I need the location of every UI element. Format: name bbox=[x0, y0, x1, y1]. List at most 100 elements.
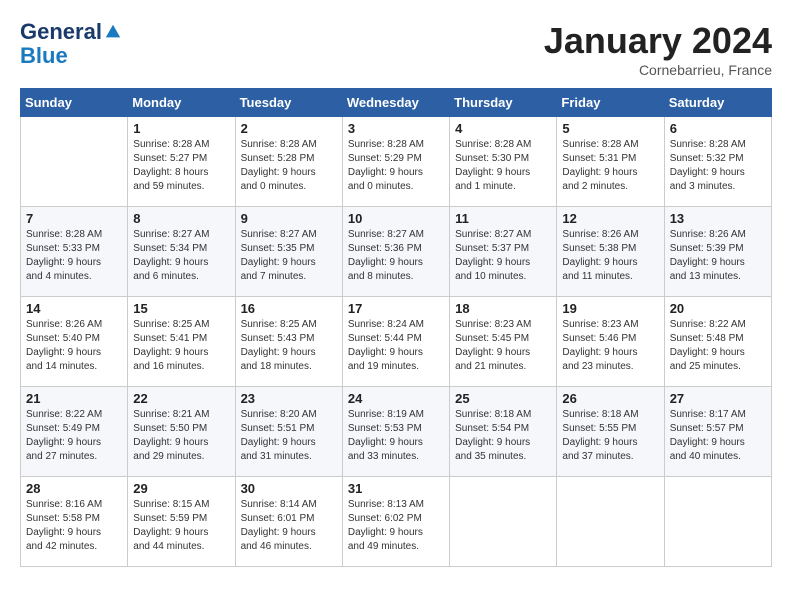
weekday-header-thursday: Thursday bbox=[450, 89, 557, 117]
day-info: Sunrise: 8:28 AMSunset: 5:28 PMDaylight:… bbox=[241, 138, 337, 194]
calendar-cell: 4Sunrise: 8:28 AMSunset: 5:30 PMDaylight… bbox=[450, 117, 557, 207]
day-info: Sunrise: 8:24 AMSunset: 5:44 PMDaylight:… bbox=[348, 318, 444, 374]
day-number: 20 bbox=[670, 301, 766, 316]
day-number: 3 bbox=[348, 121, 444, 136]
day-info: Sunrise: 8:28 AMSunset: 5:29 PMDaylight:… bbox=[348, 138, 444, 194]
calendar-cell: 6 Sunrise: 8:28 AMSunset: 5:32 PMDaylight… bbox=[664, 117, 771, 207]
day-number: 23 bbox=[241, 391, 337, 406]
day-number: 27 bbox=[670, 391, 766, 406]
day-number: 24 bbox=[348, 391, 444, 406]
calendar-week-row: 1Sunrise: 8:28 AMSunset: 5:27 PMDaylight… bbox=[21, 117, 772, 207]
calendar-cell: 25 Sunrise: 8:18 AMSunset: 5:54 PMDayligh… bbox=[450, 387, 557, 477]
calendar-cell: 11 Sunrise: 8:27 AMSunset: 5:37 PMDayligh… bbox=[450, 207, 557, 297]
weekday-header-sunday: Sunday bbox=[21, 89, 128, 117]
calendar-cell bbox=[557, 477, 664, 567]
day-number: 5 bbox=[562, 121, 658, 136]
day-info: Sunrise: 8:26 AMSunset: 5:40 PMDaylight:… bbox=[26, 318, 122, 374]
day-number: 28 bbox=[26, 481, 122, 496]
day-number: 13 bbox=[670, 211, 766, 226]
weekday-header-friday: Friday bbox=[557, 89, 664, 117]
day-info: Sunrise: 8:15 AMSunset: 5:59 PMDaylight:… bbox=[133, 498, 229, 554]
logo-text-general: General bbox=[20, 20, 102, 44]
calendar-week-row: 7 Sunrise: 8:28 AMSunset: 5:33 PMDaylight… bbox=[21, 207, 772, 297]
weekday-header-wednesday: Wednesday bbox=[342, 89, 449, 117]
day-number: 21 bbox=[26, 391, 122, 406]
calendar-cell: 26 Sunrise: 8:18 AMSunset: 5:55 PMDayligh… bbox=[557, 387, 664, 477]
day-info: Sunrise: 8:28 AMSunset: 5:27 PMDaylight:… bbox=[133, 138, 229, 194]
calendar-cell: 29 Sunrise: 8:15 AMSunset: 5:59 PMDayligh… bbox=[128, 477, 235, 567]
day-info: Sunrise: 8:25 AMSunset: 5:43 PMDaylight:… bbox=[241, 318, 337, 374]
calendar-cell: 15Sunrise: 8:25 AMSunset: 5:41 PMDayligh… bbox=[128, 297, 235, 387]
calendar-cell: 30Sunrise: 8:14 AMSunset: 6:01 PMDayligh… bbox=[235, 477, 342, 567]
calendar-cell: 27 Sunrise: 8:17 AMSunset: 5:57 PMDayligh… bbox=[664, 387, 771, 477]
location: Cornebarrieu, France bbox=[544, 62, 772, 78]
calendar-cell: 16Sunrise: 8:25 AMSunset: 5:43 PMDayligh… bbox=[235, 297, 342, 387]
day-info: Sunrise: 8:25 AMSunset: 5:41 PMDaylight:… bbox=[133, 318, 229, 374]
logo-text-blue: Blue bbox=[20, 44, 122, 68]
calendar-cell: 23 Sunrise: 8:20 AMSunset: 5:51 PMDayligh… bbox=[235, 387, 342, 477]
day-number: 29 bbox=[133, 481, 229, 496]
calendar-cell: 8 Sunrise: 8:27 AMSunset: 5:34 PMDaylight… bbox=[128, 207, 235, 297]
calendar-cell: 18 Sunrise: 8:23 AMSunset: 5:45 PMDayligh… bbox=[450, 297, 557, 387]
calendar-cell: 20 Sunrise: 8:22 AMSunset: 5:48 PMDayligh… bbox=[664, 297, 771, 387]
calendar-cell: 22 Sunrise: 8:21 AMSunset: 5:50 PMDayligh… bbox=[128, 387, 235, 477]
calendar-cell: 12Sunrise: 8:26 AMSunset: 5:38 PMDayligh… bbox=[557, 207, 664, 297]
day-number: 6 bbox=[670, 121, 766, 136]
calendar-cell: 10Sunrise: 8:27 AMSunset: 5:36 PMDayligh… bbox=[342, 207, 449, 297]
weekday-header-saturday: Saturday bbox=[664, 89, 771, 117]
day-info: Sunrise: 8:18 AMSunset: 5:54 PMDaylight:… bbox=[455, 408, 551, 464]
day-number: 10 bbox=[348, 211, 444, 226]
weekday-header-tuesday: Tuesday bbox=[235, 89, 342, 117]
calendar-week-row: 21 Sunrise: 8:22 AMSunset: 5:49 PMDayligh… bbox=[21, 387, 772, 477]
day-info: Sunrise: 8:28 AMSunset: 5:31 PMDaylight:… bbox=[562, 138, 658, 194]
day-info: Sunrise: 8:21 AMSunset: 5:50 PMDaylight:… bbox=[133, 408, 229, 464]
page-header: General Blue January 2024 Cornebarrieu, … bbox=[20, 20, 772, 78]
calendar-cell: 14 Sunrise: 8:26 AMSunset: 5:40 PMDayligh… bbox=[21, 297, 128, 387]
day-info: Sunrise: 8:19 AMSunset: 5:53 PMDaylight:… bbox=[348, 408, 444, 464]
day-info: Sunrise: 8:23 AMSunset: 5:45 PMDaylight:… bbox=[455, 318, 551, 374]
logo: General Blue bbox=[20, 20, 122, 68]
calendar-cell: 7 Sunrise: 8:28 AMSunset: 5:33 PMDaylight… bbox=[21, 207, 128, 297]
day-info: Sunrise: 8:28 AMSunset: 5:33 PMDaylight:… bbox=[26, 228, 122, 284]
calendar-cell: 24 Sunrise: 8:19 AMSunset: 5:53 PMDayligh… bbox=[342, 387, 449, 477]
calendar-cell: 2Sunrise: 8:28 AMSunset: 5:28 PMDaylight… bbox=[235, 117, 342, 207]
calendar-header: SundayMondayTuesdayWednesdayThursdayFrid… bbox=[21, 89, 772, 117]
day-number: 4 bbox=[455, 121, 551, 136]
calendar-cell: 21 Sunrise: 8:22 AMSunset: 5:49 PMDayligh… bbox=[21, 387, 128, 477]
day-info: Sunrise: 8:18 AMSunset: 5:55 PMDaylight:… bbox=[562, 408, 658, 464]
day-info: Sunrise: 8:28 AMSunset: 5:32 PMDaylight:… bbox=[670, 138, 766, 194]
calendar-table: SundayMondayTuesdayWednesdayThursdayFrid… bbox=[20, 88, 772, 567]
day-number: 14 bbox=[26, 301, 122, 316]
day-number: 7 bbox=[26, 211, 122, 226]
calendar-cell: 17 Sunrise: 8:24 AMSunset: 5:44 PMDayligh… bbox=[342, 297, 449, 387]
calendar-cell: 13 Sunrise: 8:26 AMSunset: 5:39 PMDayligh… bbox=[664, 207, 771, 297]
day-info: Sunrise: 8:16 AMSunset: 5:58 PMDaylight:… bbox=[26, 498, 122, 554]
day-number: 18 bbox=[455, 301, 551, 316]
day-info: Sunrise: 8:23 AMSunset: 5:46 PMDaylight:… bbox=[562, 318, 658, 374]
calendar-cell: 3 Sunrise: 8:28 AMSunset: 5:29 PMDaylight… bbox=[342, 117, 449, 207]
logo-icon bbox=[104, 23, 122, 41]
day-number: 17 bbox=[348, 301, 444, 316]
day-number: 22 bbox=[133, 391, 229, 406]
day-number: 26 bbox=[562, 391, 658, 406]
day-number: 11 bbox=[455, 211, 551, 226]
day-number: 25 bbox=[455, 391, 551, 406]
day-info: Sunrise: 8:14 AMSunset: 6:01 PMDaylight:… bbox=[241, 498, 337, 554]
day-info: Sunrise: 8:27 AMSunset: 5:34 PMDaylight:… bbox=[133, 228, 229, 284]
day-info: Sunrise: 8:17 AMSunset: 5:57 PMDaylight:… bbox=[670, 408, 766, 464]
calendar-cell: 31Sunrise: 8:13 AMSunset: 6:02 PMDayligh… bbox=[342, 477, 449, 567]
day-number: 9 bbox=[241, 211, 337, 226]
day-info: Sunrise: 8:20 AMSunset: 5:51 PMDaylight:… bbox=[241, 408, 337, 464]
calendar-cell bbox=[21, 117, 128, 207]
calendar-cell bbox=[450, 477, 557, 567]
day-number: 8 bbox=[133, 211, 229, 226]
day-info: Sunrise: 8:26 AMSunset: 5:38 PMDaylight:… bbox=[562, 228, 658, 284]
day-info: Sunrise: 8:22 AMSunset: 5:49 PMDaylight:… bbox=[26, 408, 122, 464]
calendar-cell bbox=[664, 477, 771, 567]
calendar-week-row: 14 Sunrise: 8:26 AMSunset: 5:40 PMDayligh… bbox=[21, 297, 772, 387]
day-info: Sunrise: 8:22 AMSunset: 5:48 PMDaylight:… bbox=[670, 318, 766, 374]
calendar-cell: 1Sunrise: 8:28 AMSunset: 5:27 PMDaylight… bbox=[128, 117, 235, 207]
day-info: Sunrise: 8:27 AMSunset: 5:37 PMDaylight:… bbox=[455, 228, 551, 284]
day-info: Sunrise: 8:26 AMSunset: 5:39 PMDaylight:… bbox=[670, 228, 766, 284]
calendar-cell: 19Sunrise: 8:23 AMSunset: 5:46 PMDayligh… bbox=[557, 297, 664, 387]
